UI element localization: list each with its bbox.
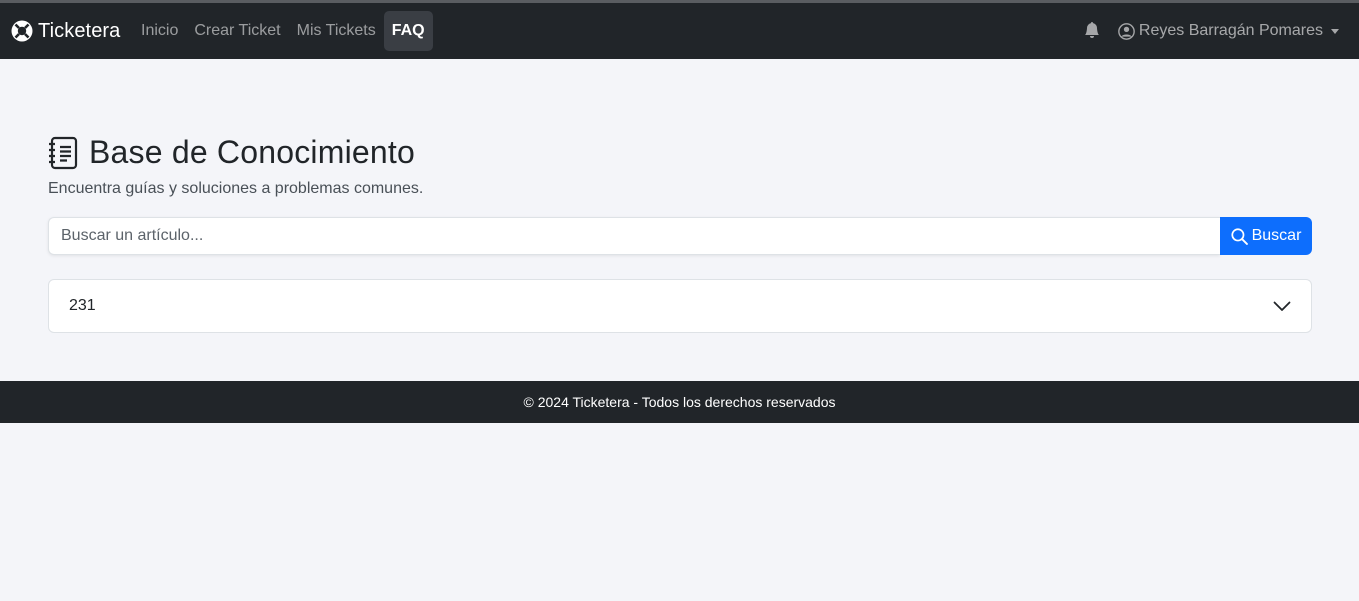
- search-button[interactable]: Buscar: [1220, 217, 1312, 255]
- life-ring-icon: [11, 20, 33, 42]
- nav-link-faq[interactable]: FAQ: [383, 11, 433, 51]
- search-icon: [1231, 227, 1248, 245]
- user-menu-toggle[interactable]: Reyes Barragán Pomares: [1118, 22, 1339, 40]
- search-input[interactable]: [48, 217, 1220, 255]
- nav-link-mis-tickets[interactable]: Mis Tickets: [289, 11, 384, 51]
- nav-link-inicio[interactable]: Inicio: [133, 11, 186, 51]
- faq-item[interactable]: 231: [49, 280, 1311, 332]
- bell-icon[interactable]: [1084, 22, 1102, 40]
- navbar: Ticketera Inicio Crear Ticket Mis Ticket…: [0, 3, 1359, 59]
- brand-link[interactable]: Ticketera: [11, 3, 120, 59]
- footer-text: © 2024 Ticketera - Todos los derechos re…: [523, 394, 836, 410]
- brand-name: Ticketera: [38, 19, 121, 42]
- search-button-label: Buscar: [1251, 227, 1302, 244]
- person-circle-icon: [1118, 22, 1135, 40]
- nav-links: Inicio Crear Ticket Mis Tickets FAQ: [133, 11, 433, 51]
- nav-link-crear-ticket[interactable]: Crear Ticket: [186, 11, 288, 51]
- page-title: Base de Conocimiento: [89, 134, 415, 170]
- page-header: Base de Conocimiento: [48, 134, 415, 171]
- search-group: Buscar: [48, 217, 1312, 255]
- caret-down-icon: [1331, 28, 1339, 34]
- journal-text-icon: [48, 136, 78, 170]
- page-subtitle: Encuentra guías y soluciones a problemas…: [48, 180, 424, 197]
- nav-right: Reyes Barragán Pomares: [1084, 3, 1339, 59]
- faq-question: 231: [69, 297, 96, 314]
- user-name: Reyes Barragán Pomares: [1138, 22, 1323, 39]
- chevron-down-icon: [1273, 297, 1291, 315]
- faq-accordion: 231: [48, 279, 1312, 333]
- footer: © 2024 Ticketera - Todos los derechos re…: [0, 381, 1359, 423]
